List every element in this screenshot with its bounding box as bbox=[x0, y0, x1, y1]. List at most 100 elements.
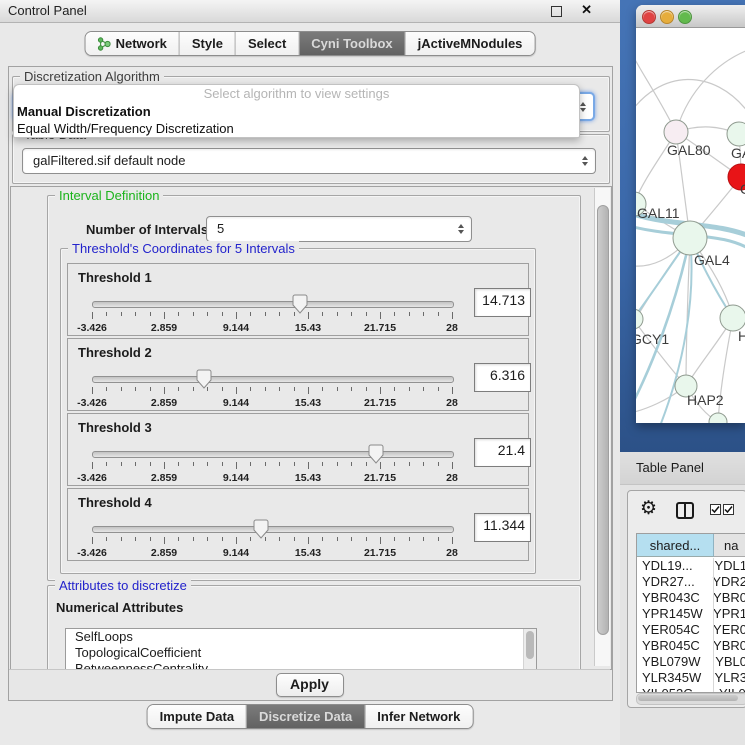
bottom-tab-impute-data[interactable]: Impute Data bbox=[148, 705, 246, 728]
cell-shared-name[interactable]: YBR043C bbox=[637, 590, 707, 606]
slider-track[interactable] bbox=[92, 451, 454, 458]
float-window-icon[interactable] bbox=[551, 6, 562, 17]
cell-name[interactable]: YBL0 bbox=[709, 654, 745, 670]
threshold-slider[interactable]: -3.4262.8599.14415.4321.71528 bbox=[92, 520, 452, 556]
scrollbar-thumb[interactable] bbox=[638, 695, 738, 701]
close-traffic-light-icon[interactable] bbox=[642, 10, 656, 24]
threshold-value-field[interactable]: 14.713 bbox=[474, 288, 531, 317]
network-node-gal80[interactable] bbox=[664, 120, 688, 144]
cell-shared-name[interactable]: YLR345W bbox=[637, 670, 708, 686]
scrollbar-thumb[interactable] bbox=[526, 631, 534, 659]
slider-handle[interactable] bbox=[253, 519, 269, 539]
settings-vertical-scrollbar[interactable] bbox=[594, 188, 610, 666]
attributes-scrollbar[interactable] bbox=[523, 629, 536, 670]
spinner-arrows-icon[interactable] bbox=[582, 156, 588, 166]
checkbox-icon[interactable] bbox=[710, 504, 721, 515]
table-row[interactable]: YDR27...YDR2 bbox=[637, 574, 745, 590]
attribute-list-item[interactable]: TopologicalCoefficient bbox=[66, 645, 536, 661]
discretization-settings-box: Interval Definition Number of Intervals … bbox=[10, 186, 612, 670]
threshold-label: Threshold 1 bbox=[78, 270, 152, 285]
network-node-gal4[interactable] bbox=[673, 221, 707, 255]
table-row[interactable]: YDL19...YDL1 bbox=[637, 558, 745, 574]
dropdown-option-equal-width-frequency[interactable]: Equal Width/Frequency Discretization bbox=[14, 120, 579, 137]
slider-handle[interactable] bbox=[368, 444, 384, 464]
cell-shared-name[interactable]: YDR27... bbox=[637, 574, 706, 590]
network-node-ga[interactable] bbox=[727, 122, 745, 146]
network-canvas[interactable]: GAL80GACGAL11GAL4GCY1HHAP2 bbox=[636, 28, 745, 423]
cell-shared-name[interactable]: YIL052C bbox=[637, 686, 713, 692]
spinner-arrows-icon[interactable] bbox=[458, 224, 464, 234]
dropdown-option-manual-discretization[interactable]: Manual Discretization bbox=[14, 103, 579, 120]
cell-shared-name[interactable]: YBR045C bbox=[637, 638, 707, 654]
cell-shared-name[interactable]: YDL19... bbox=[637, 558, 708, 574]
tab-jactivemnodules[interactable]: jActiveMNodules bbox=[405, 32, 535, 55]
tick-mark bbox=[294, 537, 295, 541]
tick-mark bbox=[164, 537, 165, 544]
threshold-value-field[interactable]: 11.344 bbox=[474, 513, 531, 542]
gear-icon[interactable]: ⚙ bbox=[640, 497, 657, 520]
network-node-gcy1[interactable] bbox=[636, 309, 643, 329]
network-graph[interactable]: GAL80GACGAL11GAL4GCY1HHAP2 bbox=[636, 28, 745, 423]
network-node-unlabeled[interactable] bbox=[709, 413, 727, 423]
checkbox-icons[interactable] bbox=[710, 504, 734, 515]
tab-network[interactable]: Network bbox=[86, 32, 179, 55]
zoom-traffic-light-icon[interactable] bbox=[678, 10, 692, 24]
spinner-arrows-icon[interactable] bbox=[580, 102, 586, 112]
cell-shared-name[interactable]: YBL079W bbox=[637, 654, 709, 670]
tab-style[interactable]: Style bbox=[179, 32, 235, 55]
table-row[interactable]: YBR043CYBR0 bbox=[637, 590, 745, 606]
checkbox-icon[interactable] bbox=[723, 504, 734, 515]
table-data-combobox[interactable]: galFiltered.sif default node bbox=[22, 148, 596, 174]
minimize-traffic-light-icon[interactable] bbox=[660, 10, 674, 24]
threshold-value-field[interactable]: 6.316 bbox=[474, 363, 531, 392]
slider-handle[interactable] bbox=[196, 369, 212, 389]
network-window-titlebar[interactable] bbox=[636, 5, 745, 28]
cell-shared-name[interactable]: YER054C bbox=[637, 622, 707, 638]
network-edge[interactable] bbox=[676, 50, 745, 132]
tick-mark bbox=[423, 312, 424, 316]
cell-name[interactable]: YIL0 bbox=[713, 686, 745, 692]
table-horizontal-scrollbar[interactable] bbox=[636, 693, 745, 705]
table-row[interactable]: YBR045CYBR0 bbox=[637, 638, 745, 654]
tick-mark bbox=[265, 387, 266, 391]
attribute-list-item[interactable]: SelfLoops bbox=[66, 629, 536, 645]
columns-icon[interactable] bbox=[676, 502, 694, 519]
slider-track[interactable] bbox=[92, 526, 454, 533]
network-node-label: GA bbox=[731, 145, 745, 161]
cell-shared-name[interactable]: YPR145W bbox=[637, 606, 707, 622]
slider-track[interactable] bbox=[92, 301, 454, 308]
tick-mark bbox=[438, 462, 439, 466]
table-row[interactable]: YIL052CYIL0 bbox=[637, 686, 745, 692]
threshold-value-field[interactable]: 21.4 bbox=[474, 438, 531, 467]
tab-select[interactable]: Select bbox=[235, 32, 298, 55]
group-attributes-to-discretize: Attributes to discretize Numerical Attri… bbox=[47, 585, 581, 670]
bottom-tab-infer-network[interactable]: Infer Network bbox=[364, 705, 472, 728]
column-header-name[interactable]: na bbox=[714, 534, 745, 557]
apply-button[interactable]: Apply bbox=[276, 673, 344, 697]
bottom-tab-discretize-data[interactable]: Discretize Data bbox=[246, 705, 364, 728]
tick-mark bbox=[294, 312, 295, 316]
tick-mark bbox=[150, 312, 151, 316]
tick-mark bbox=[106, 537, 107, 541]
table-row[interactable]: YER054CYER0 bbox=[637, 622, 745, 638]
tick-mark bbox=[294, 462, 295, 466]
table-row[interactable]: YPR145WYPR1 bbox=[637, 606, 745, 622]
control-panel: Control Panel ✕ NetworkStyleSelectCyni T… bbox=[0, 0, 621, 745]
scrollbar-thumb[interactable] bbox=[597, 205, 609, 635]
numerical-attributes-list[interactable]: SelfLoopsTopologicalCoefficientBetweenne… bbox=[65, 628, 537, 670]
threshold-slider[interactable]: -3.4262.8599.14415.4321.71528 bbox=[92, 370, 452, 406]
slider-track[interactable] bbox=[92, 376, 454, 383]
number-of-intervals-combobox[interactable]: 5 bbox=[206, 216, 472, 242]
table-row[interactable]: YLR345WYLR3 bbox=[637, 670, 745, 686]
table-row[interactable]: YBL079WYBL0 bbox=[637, 654, 745, 670]
threshold-slider[interactable]: -3.4262.8599.14415.4321.71528 bbox=[92, 295, 452, 331]
threshold-slider[interactable]: -3.4262.8599.14415.4321.71528 bbox=[92, 445, 452, 481]
slider-handle[interactable] bbox=[292, 294, 308, 314]
dropdown-placeholder-item[interactable]: Select algorithm to view settings bbox=[14, 85, 579, 103]
tab-cyni-toolbox[interactable]: Cyni Toolbox bbox=[298, 32, 404, 55]
tick-mark bbox=[409, 387, 410, 391]
network-edge[interactable] bbox=[636, 79, 745, 116]
column-header-shared-name[interactable]: shared... bbox=[637, 534, 714, 557]
network-edge[interactable] bbox=[636, 319, 686, 386]
close-icon[interactable]: ✕ bbox=[581, 2, 592, 18]
